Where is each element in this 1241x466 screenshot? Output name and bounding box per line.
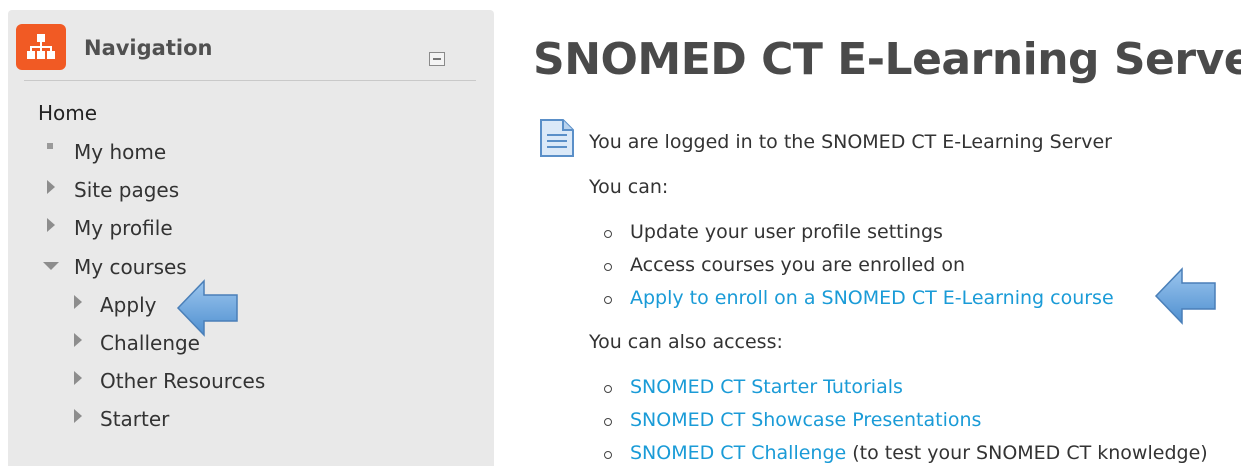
document-icon	[540, 119, 574, 157]
list-bullet-icon	[604, 451, 612, 459]
page-title: SNOMED CT E-Learning Server	[533, 34, 1241, 85]
navigation-divider	[24, 80, 476, 81]
list-bullet-icon	[604, 385, 612, 393]
you-can-label: You can:	[589, 176, 669, 198]
expand-arrow-icon[interactable]	[74, 295, 82, 309]
also-access-label: You can also access:	[589, 331, 783, 353]
access-courses-text: Access courses you are enrolled on	[630, 254, 966, 276]
nav-item-my-profile[interactable]: My profile	[74, 216, 173, 240]
nav-item-course-other-resources[interactable]: Other Resources	[100, 369, 265, 393]
bullet-square-icon	[47, 143, 53, 149]
list-bullet-icon	[604, 418, 612, 426]
apply-enroll-link[interactable]: Apply to enroll on a SNOMED CT E-Learnin…	[630, 287, 1114, 309]
nav-item-my-home[interactable]: My home	[74, 140, 166, 164]
annotation-arrow-icon	[1154, 267, 1216, 325]
list-bullet-icon	[604, 230, 612, 238]
expand-arrow-icon[interactable]	[47, 180, 55, 194]
nav-item-course-starter[interactable]: Starter	[100, 407, 169, 431]
collapse-arrow-icon[interactable]	[43, 262, 59, 270]
update-profile-text: Update your user profile settings	[630, 221, 943, 243]
logged-in-message: You are logged in to the SNOMED CT E-Lea…	[589, 131, 1112, 153]
dock-block-icon[interactable]	[429, 52, 445, 66]
expand-arrow-icon[interactable]	[74, 409, 82, 423]
navigation-logo-icon	[16, 24, 66, 70]
nav-item-course-apply[interactable]: Apply	[100, 293, 156, 317]
expand-arrow-icon[interactable]	[74, 333, 82, 347]
showcase-presentations-link[interactable]: SNOMED CT Showcase Presentations	[630, 409, 981, 431]
nav-item-my-courses[interactable]: My courses	[74, 255, 187, 279]
list-bullet-icon	[604, 263, 612, 271]
nav-item-site-pages[interactable]: Site pages	[74, 178, 179, 202]
challenge-link[interactable]: SNOMED CT Challenge	[630, 442, 846, 464]
navigation-title: Navigation	[84, 36, 213, 60]
nav-item-home[interactable]: Home	[38, 101, 97, 125]
expand-arrow-icon[interactable]	[74, 371, 82, 385]
annotation-arrow-icon	[176, 279, 238, 337]
expand-arrow-icon[interactable]	[47, 218, 55, 232]
challenge-suffix-text: (to test your SNOMED CT knowledge)	[846, 442, 1208, 464]
challenge-list-item: SNOMED CT Challenge (to test your SNOMED…	[630, 442, 1208, 464]
starter-tutorials-link[interactable]: SNOMED CT Starter Tutorials	[630, 376, 903, 398]
list-bullet-icon	[604, 296, 612, 304]
navigation-block: Navigation Home My home Site pages My pr…	[8, 10, 494, 466]
navigation-header: Navigation	[8, 10, 494, 82]
